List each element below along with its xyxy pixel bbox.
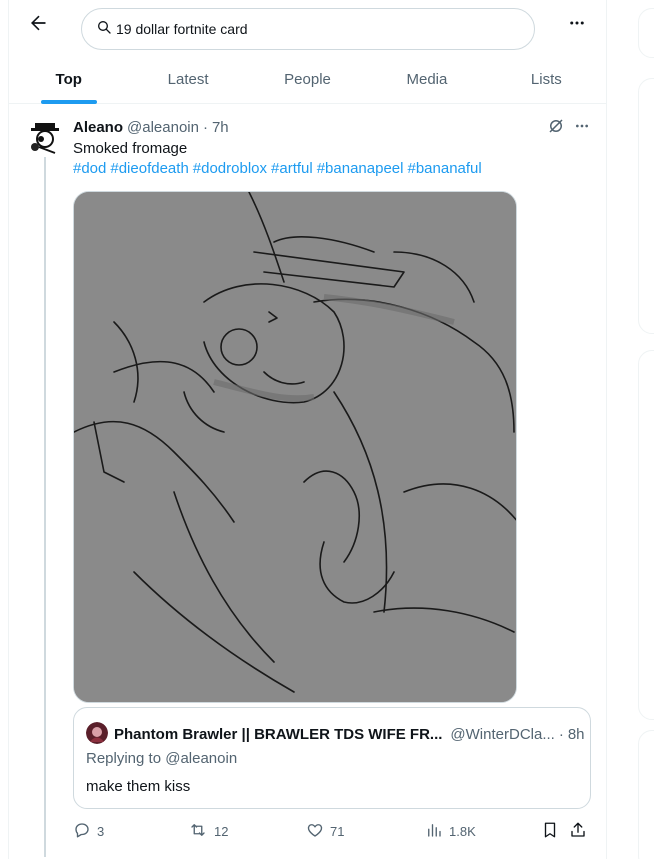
tab-label: People bbox=[284, 70, 331, 88]
tab-label: Latest bbox=[167, 70, 209, 88]
reply-count: 3 bbox=[97, 823, 105, 839]
hashtag-link[interactable]: #dieofdeath bbox=[110, 160, 188, 177]
hashtag-link[interactable]: #bananapeel bbox=[317, 160, 404, 177]
quote-time[interactable]: 8h bbox=[568, 726, 585, 743]
separator-dot: · bbox=[558, 725, 564, 743]
views-chart-icon bbox=[425, 821, 449, 842]
more-dots-icon bbox=[574, 118, 590, 139]
post-image[interactable] bbox=[73, 191, 517, 703]
views-count: 1.8K bbox=[449, 823, 476, 839]
grok-button[interactable] bbox=[545, 117, 567, 139]
share-button[interactable] bbox=[569, 819, 593, 843]
quote-author-name[interactable]: Phantom Brawler || BRAWLER TDS WIFE FR..… bbox=[114, 726, 442, 743]
post-actions: 3 12 71 1.8K bbox=[73, 819, 593, 843]
post-more-button[interactable] bbox=[571, 117, 593, 139]
quote-header: Phantom Brawler || BRAWLER TDS WIFE FR..… bbox=[114, 724, 585, 744]
more-options-button[interactable] bbox=[562, 10, 592, 40]
post-text: Smoked fromage bbox=[73, 140, 188, 157]
author-name[interactable]: Aleano bbox=[73, 119, 123, 136]
reply-button[interactable]: 3 bbox=[73, 819, 104, 843]
avatar[interactable] bbox=[86, 722, 108, 744]
bookmark-button[interactable] bbox=[541, 819, 565, 843]
views-button[interactable]: 1.8K bbox=[425, 819, 476, 843]
tab-top[interactable]: Top bbox=[9, 54, 128, 104]
arrow-left-icon bbox=[28, 13, 48, 38]
hashtag-link[interactable]: #bananaful bbox=[407, 160, 481, 177]
tab-media[interactable]: Media bbox=[367, 54, 486, 104]
share-icon bbox=[569, 821, 593, 842]
sidebar-card[interactable] bbox=[638, 78, 654, 334]
replying-to: Replying to @aleanoin bbox=[86, 750, 237, 767]
tab-label: Lists bbox=[530, 70, 562, 88]
hashtag-link[interactable]: #dod bbox=[73, 160, 106, 177]
repost-count: 12 bbox=[214, 823, 229, 839]
column-border-right bbox=[606, 0, 607, 859]
tab-people[interactable]: People bbox=[248, 54, 367, 104]
hashtag-list: #dod #dieofdeath #dodroblox #artful #bananap… bbox=[73, 159, 486, 179]
sidebar-card[interactable] bbox=[638, 730, 654, 859]
sidebar-card[interactable] bbox=[638, 350, 654, 720]
replying-to-label: Replying to bbox=[86, 750, 162, 767]
search-icon bbox=[96, 19, 112, 40]
post-time[interactable]: 7h bbox=[212, 119, 229, 136]
tab-latest[interactable]: Latest bbox=[128, 54, 247, 104]
hashtag-link[interactable]: #artful bbox=[271, 160, 313, 177]
like-count: 71 bbox=[330, 823, 345, 839]
search-input[interactable] bbox=[116, 21, 496, 37]
quoted-post[interactable]: Phantom Brawler || BRAWLER TDS WIFE FR..… bbox=[73, 707, 591, 809]
tab-lists[interactable]: Lists bbox=[487, 54, 606, 104]
bookmark-icon bbox=[541, 821, 565, 842]
active-tab-indicator bbox=[40, 100, 97, 104]
quote-text: make them kiss bbox=[86, 778, 191, 795]
replying-to-mention[interactable]: @aleanoin bbox=[165, 750, 237, 767]
search-bar[interactable] bbox=[81, 8, 535, 50]
search-tabs: Top Latest People Media Lists bbox=[9, 54, 606, 104]
tab-label: Media bbox=[406, 70, 448, 88]
tab-label: Top bbox=[55, 70, 82, 88]
grok-icon bbox=[547, 117, 565, 140]
quote-author-handle[interactable]: @WinterDCla... bbox=[450, 726, 554, 743]
hashtag-link[interactable]: #dodroblox bbox=[193, 160, 267, 177]
post-header: Aleano @aleanoin · 7h bbox=[73, 117, 229, 137]
sidebar-card[interactable] bbox=[638, 8, 654, 58]
repost-button[interactable]: 12 bbox=[188, 819, 228, 843]
back-button[interactable] bbox=[21, 8, 55, 42]
post[interactable]: Aleano @aleanoin · 7h Smoked fromage #do… bbox=[9, 105, 606, 859]
search-header: Top Latest People Media Lists bbox=[9, 0, 606, 104]
avatar[interactable] bbox=[25, 117, 65, 157]
thread-line bbox=[44, 157, 46, 857]
separator-dot: · bbox=[202, 118, 208, 136]
heart-icon bbox=[306, 821, 330, 842]
repost-icon bbox=[188, 821, 214, 842]
author-handle[interactable]: @aleanoin bbox=[127, 119, 199, 136]
more-dots-icon bbox=[568, 14, 586, 37]
like-button[interactable]: 71 bbox=[306, 819, 344, 843]
reply-icon bbox=[73, 821, 97, 842]
